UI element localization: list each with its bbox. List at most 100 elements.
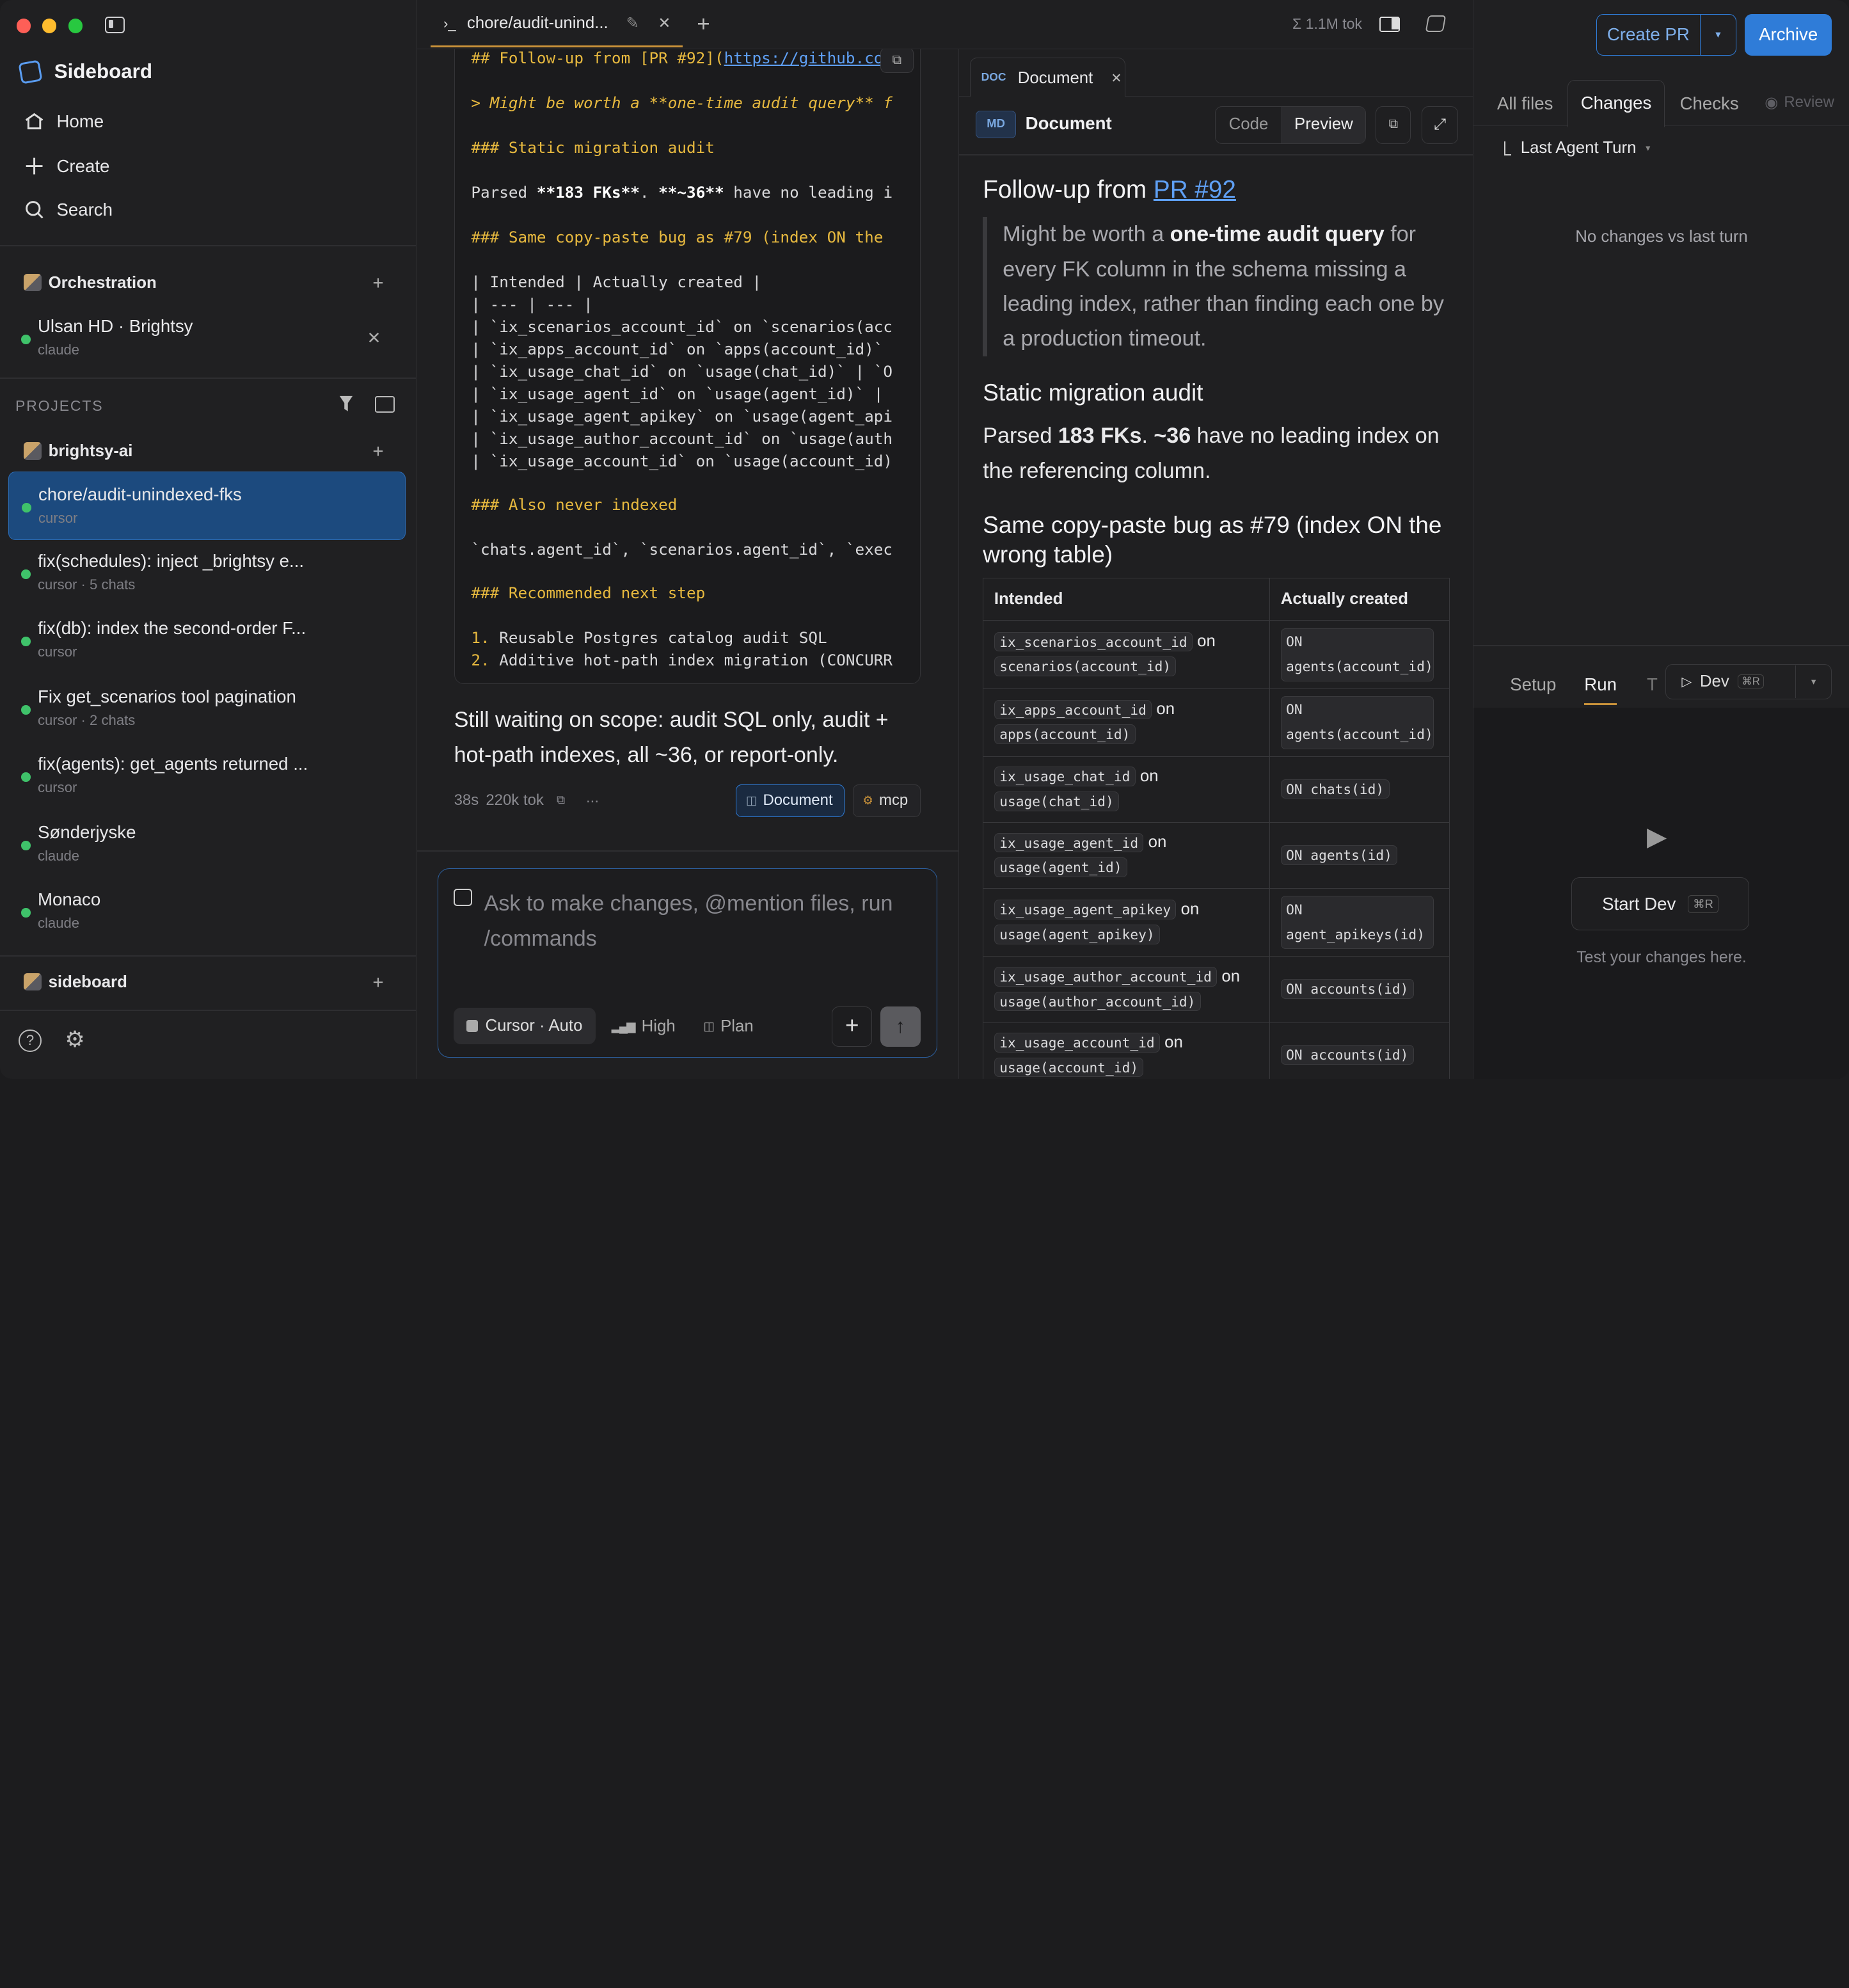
minimize-window-button[interactable]: [42, 19, 57, 33]
cell-code: usage(account_id): [994, 1057, 1144, 1077]
effort-selector[interactable]: ▂▄▆ High: [612, 1017, 676, 1036]
start-dev-label: Start Dev: [1602, 893, 1676, 914]
settings-gear-icon[interactable]: ⚙: [65, 1028, 84, 1052]
composer[interactable]: Ask to make changes, @mention files, run…: [437, 868, 938, 1058]
edit-icon[interactable]: ✎: [626, 14, 639, 33]
tab-all-files[interactable]: All files: [1497, 93, 1553, 114]
tab-changes[interactable]: Changes: [1567, 80, 1665, 128]
add-chat-button[interactable]: +: [372, 972, 383, 994]
table-cell: ON agent_apikeys(id): [1269, 888, 1450, 957]
nav-search[interactable]: Search: [24, 199, 113, 220]
sidebar-item[interactable]: Sønderjyske claude: [8, 810, 406, 879]
copy-icon[interactable]: ⧉: [880, 49, 914, 74]
preview-view-button[interactable]: Preview: [1282, 106, 1366, 143]
cell-code: ix_usage_agent_id: [994, 832, 1144, 853]
plus-icon: [26, 157, 43, 175]
close-icon[interactable]: ✕: [367, 329, 381, 348]
table-cell: ix_apps_account_id on apps(account_id): [983, 688, 1271, 757]
copy-icon[interactable]: ⧉: [1376, 106, 1411, 144]
tab-review[interactable]: ◉ Review: [1765, 93, 1834, 112]
item-subtitle: claude: [37, 342, 80, 358]
add-chat-button[interactable]: +: [372, 441, 383, 463]
sidebar-toggle-icon[interactable]: [105, 16, 125, 33]
mcp-icon: ⚙: [862, 793, 873, 807]
copy-icon[interactable]: ⧉: [557, 793, 565, 807]
tab-terminal[interactable]: T: [1647, 674, 1658, 695]
add-attachment-button[interactable]: +: [832, 1006, 873, 1047]
right-panel: Create PR ▾ Archive All files Changes Ch…: [1473, 0, 1849, 1079]
code-line: | Intended | Actually created |: [471, 272, 762, 291]
status-dot: [21, 705, 31, 715]
expand-icon[interactable]: ⤢: [1421, 106, 1459, 144]
nav-create[interactable]: Create: [24, 155, 109, 177]
play-icon[interactable]: ▶: [1647, 821, 1667, 852]
new-folder-icon[interactable]: [375, 396, 395, 413]
sidebar-item-active[interactable]: chore/audit-unindexed-fks cursor: [8, 472, 406, 541]
search-icon: [25, 201, 44, 219]
cell-code: ON chats(id): [1280, 779, 1390, 799]
attach-icon[interactable]: [453, 888, 473, 907]
chevron-down-icon[interactable]: ▾: [1701, 15, 1736, 55]
more-options-button[interactable]: ...: [586, 789, 599, 807]
tab-setup[interactable]: Setup: [1510, 674, 1556, 695]
tab-title: chore/audit-unind...: [466, 14, 608, 33]
orchestration-item[interactable]: Ulsan HD · Brightsy claude ✕: [8, 305, 406, 373]
item-subtitle: claude: [37, 848, 80, 864]
cell-code: ix_usage_chat_id: [994, 767, 1136, 786]
plan-label: Plan: [720, 1017, 754, 1035]
dev-run-button[interactable]: ▷ Dev ⌘R: [1666, 665, 1797, 699]
code-line: | `ix_usage_author_account_id` on `usage…: [471, 429, 893, 448]
divider: [0, 377, 417, 379]
sidebar-item[interactable]: fix(db): index the second-order F... curs…: [8, 606, 406, 674]
sidebar-item[interactable]: fix(agents): get_agents returned ... curs…: [8, 742, 406, 810]
doc-tab[interactable]: DOC Document ✕: [970, 58, 1126, 97]
table-header: Intended: [983, 578, 1271, 621]
para-bold: 183 FKs: [1058, 424, 1142, 449]
archive-button[interactable]: Archive: [1744, 14, 1832, 56]
code-view-button[interactable]: Code: [1216, 106, 1282, 143]
divider: [1473, 645, 1849, 646]
item-subtitle: claude: [37, 915, 80, 932]
pr-link[interactable]: PR #92: [1154, 176, 1236, 203]
sidebar-item[interactable]: fix(schedules): inject _brightsy e... cur…: [8, 539, 406, 607]
mcp-chip[interactable]: ⚙ mcp: [852, 784, 921, 818]
code-text: Parsed: [471, 182, 537, 202]
plan-toggle[interactable]: ◫ Plan: [703, 1017, 753, 1036]
sidebar-item[interactable]: Monaco claude: [8, 877, 406, 946]
sidebar: Sideboard Home Create Search Orchestrati…: [0, 0, 417, 1079]
code-link[interactable]: https://github.com: [724, 49, 893, 67]
cell-text: on: [1164, 1033, 1183, 1051]
cell-code: ix_usage_agent_apikey: [994, 900, 1177, 919]
tab-checks[interactable]: Checks: [1680, 93, 1739, 114]
tab-active[interactable]: ›_ chore/audit-unind... ✎ ✕: [430, 0, 683, 47]
cell-code: ON agents(id): [1280, 845, 1398, 865]
close-tab-icon[interactable]: ✕: [658, 14, 671, 33]
cell-text: on: [1139, 767, 1159, 786]
filter-icon[interactable]: [338, 395, 354, 413]
send-button[interactable]: ↑: [880, 1006, 921, 1047]
chip-label: mcp: [879, 791, 909, 809]
zoom-window-button[interactable]: [68, 19, 83, 33]
doc-heading-3: Same copy-paste bug as #79 (index ON the…: [983, 512, 1442, 568]
composer-input[interactable]: Ask to make changes, @mention files, run…: [484, 886, 915, 956]
add-orchestration-button[interactable]: +: [372, 273, 383, 294]
start-dev-button[interactable]: Start Dev ⌘R: [1571, 877, 1750, 931]
table-cell: ON accounts(id): [1269, 1022, 1450, 1079]
model-selector[interactable]: Cursor · Auto: [453, 1008, 596, 1045]
new-tab-button[interactable]: +: [697, 12, 710, 37]
layout-toggle-icon[interactable]: [1379, 16, 1400, 32]
close-window-button[interactable]: [16, 19, 31, 33]
sidebar-item[interactable]: Fix get_scenarios tool pagination cursor …: [8, 674, 406, 743]
help-icon[interactable]: ?: [19, 1030, 42, 1053]
quote-bold: one-time audit query: [1170, 222, 1385, 247]
document-chip[interactable]: ◫ Document: [736, 784, 845, 818]
table-cell: ON accounts(id): [1269, 956, 1450, 1023]
tab-run[interactable]: Run: [1584, 674, 1617, 706]
create-pr-button[interactable]: Create PR: [1597, 15, 1701, 55]
nav-home[interactable]: Home: [24, 111, 104, 132]
close-icon[interactable]: ✕: [1111, 70, 1122, 86]
chevron-down-icon[interactable]: ▾: [1796, 676, 1831, 687]
last-turn-selector[interactable]: Last Agent Turn ▾: [1504, 139, 1651, 157]
panel-icon[interactable]: [1425, 15, 1447, 32]
table-cell: ix_usage_account_id on usage(account_id): [983, 1022, 1271, 1079]
